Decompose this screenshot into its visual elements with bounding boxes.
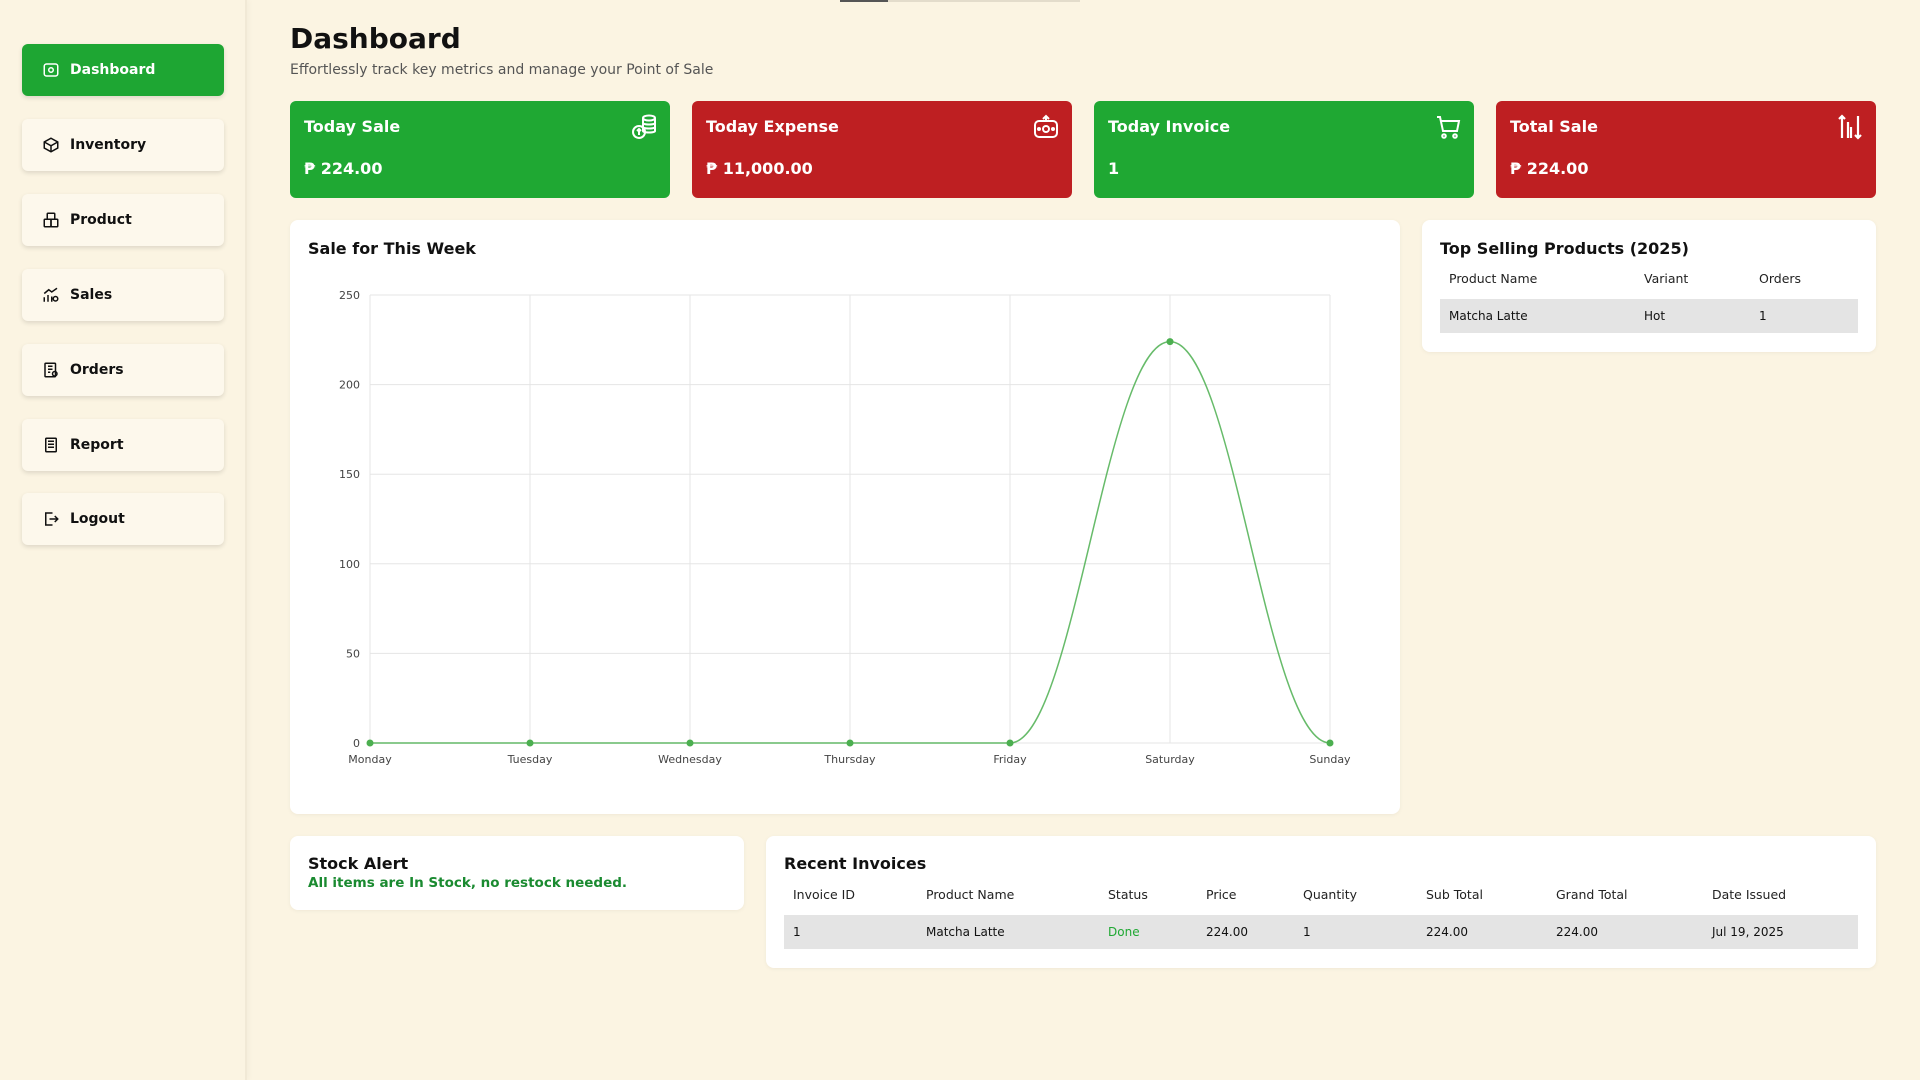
product-icon: [42, 211, 60, 229]
sidebar-item-dashboard[interactable]: Dashboard: [22, 44, 224, 96]
weekly-sales-chart: 0 50 100 150 200 250 Monday Tuesday Wednesday Thu…: [339, 289, 1351, 766]
stat-card-today-sale: Today Sale ₱ 224.00: [290, 101, 670, 198]
sidebar-item-label: Sales: [70, 287, 113, 303]
logout-icon: [42, 510, 60, 528]
sort-arrows-icon: [1836, 113, 1864, 141]
x-tick-label: Thursday: [823, 753, 876, 766]
cell-product-name: Matcha Latte: [926, 925, 1005, 939]
stat-value: ₱ 11,000.00: [706, 159, 813, 178]
sidebar-item-label: Report: [70, 437, 124, 453]
cell-sub-total: 224.00: [1426, 925, 1468, 939]
cell-product-name: Matcha Latte: [1449, 309, 1528, 323]
page-title: Dashboard: [290, 22, 461, 55]
data-point: [1006, 739, 1014, 747]
cell-price: 224.00: [1206, 925, 1248, 939]
stat-card-today-invoice: Today Invoice 1: [1094, 101, 1474, 198]
orders-icon: [42, 361, 60, 379]
recent-invoices-panel: Recent Invoices Invoice ID Product Name …: [766, 836, 1876, 968]
column-header: Variant: [1644, 271, 1689, 286]
x-tick-label: Sunday: [1309, 753, 1351, 766]
column-header: Status: [1108, 887, 1148, 902]
home-icon: [42, 61, 60, 79]
status-badge: Done: [1108, 925, 1140, 939]
sales-chart-icon: [42, 286, 60, 304]
top-divider: [840, 0, 1080, 2]
x-tick-label: Wednesday: [658, 753, 722, 766]
y-tick-label: 250: [339, 289, 360, 302]
y-tick-label: 0: [353, 737, 360, 750]
cell-orders: 1: [1759, 309, 1767, 323]
stat-value: ₱ 224.00: [1510, 159, 1589, 178]
x-tick-label: Friday: [993, 753, 1027, 766]
sidebar-item-label: Orders: [70, 362, 124, 378]
table-row[interactable]: 1 Matcha Latte Done 224.00 1 224.00 224.…: [784, 915, 1858, 949]
cell-variant: Hot: [1644, 309, 1666, 323]
wallet-icon: [1032, 113, 1060, 141]
table-row[interactable]: Matcha Latte Hot 1: [1440, 299, 1858, 333]
stat-card-total-sale: Total Sale ₱ 224.00: [1496, 101, 1876, 198]
stat-value: ₱ 224.00: [304, 159, 383, 178]
page-subtitle: Effortlessly track key metrics and manag…: [290, 62, 714, 78]
stat-label: Total Sale: [1510, 117, 1598, 136]
y-tick-label: 100: [339, 558, 360, 571]
weekly-sales-panel: Sale for This Week 0 50 100 150 200 250 Monday…: [290, 220, 1400, 814]
sidebar-item-label: Dashboard: [70, 62, 156, 78]
data-point: [1326, 739, 1334, 747]
data-point: [526, 739, 534, 747]
x-tick-label: Saturday: [1145, 753, 1195, 766]
column-header: Sub Total: [1426, 887, 1483, 902]
top-selling-panel: Top Selling Products (2025) Product Name…: [1422, 220, 1876, 352]
column-header: Invoice ID: [793, 887, 855, 902]
column-header: Product Name: [926, 887, 1015, 902]
data-point: [1166, 338, 1174, 346]
cart-icon: [1434, 113, 1462, 141]
sidebar-item-product[interactable]: Product: [22, 194, 224, 246]
sidebar: Dashboard Inventory Product Sales Orders…: [0, 0, 247, 1080]
stat-label: Today Invoice: [1108, 117, 1231, 136]
box-icon: [42, 136, 60, 154]
sidebar-item-label: Logout: [70, 511, 125, 527]
column-header: Grand Total: [1556, 887, 1628, 902]
stock-alert-title: Stock Alert: [308, 854, 409, 873]
y-tick-label: 150: [339, 468, 360, 481]
stat-label: Today Expense: [706, 117, 839, 136]
sidebar-item-logout[interactable]: Logout: [22, 493, 224, 545]
y-tick-label: 50: [346, 647, 360, 660]
y-tick-label: 200: [339, 379, 360, 392]
stock-alert-panel: Stock Alert All items are In Stock, no r…: [290, 836, 744, 910]
cell-quantity: 1: [1303, 925, 1311, 939]
data-point: [846, 739, 854, 747]
x-tick-label: Tuesday: [507, 753, 553, 766]
column-header: Product Name: [1449, 271, 1538, 286]
sidebar-item-inventory[interactable]: Inventory: [22, 119, 224, 171]
stock-alert-message: All items are In Stock, no restock neede…: [308, 875, 628, 891]
stat-label: Today Sale: [304, 117, 401, 136]
column-header: Quantity: [1303, 887, 1358, 902]
recent-invoices-title: Recent Invoices: [784, 854, 927, 873]
column-header: Date Issued: [1712, 887, 1787, 902]
stat-card-today-expense: Today Expense ₱ 11,000.00: [692, 101, 1072, 198]
cell-grand-total: 224.00: [1556, 925, 1598, 939]
data-point: [366, 739, 374, 747]
stat-value: 1: [1108, 159, 1120, 178]
sidebar-item-orders[interactable]: Orders: [22, 344, 224, 396]
cell-invoice-id: 1: [793, 925, 801, 939]
report-icon: [42, 436, 60, 454]
cell-date-issued: Jul 19, 2025: [1712, 925, 1784, 939]
sidebar-item-label: Product: [70, 212, 132, 228]
column-header: Orders: [1759, 271, 1802, 286]
sidebar-item-sales[interactable]: Sales: [22, 269, 224, 321]
sidebar-item-report[interactable]: Report: [22, 419, 224, 471]
column-header: Price: [1206, 887, 1237, 902]
sidebar-item-label: Inventory: [70, 137, 147, 153]
data-point: [686, 739, 694, 747]
coins-icon: [630, 113, 658, 141]
x-tick-label: Monday: [348, 753, 392, 766]
top-selling-title: Top Selling Products (2025): [1440, 239, 1689, 258]
